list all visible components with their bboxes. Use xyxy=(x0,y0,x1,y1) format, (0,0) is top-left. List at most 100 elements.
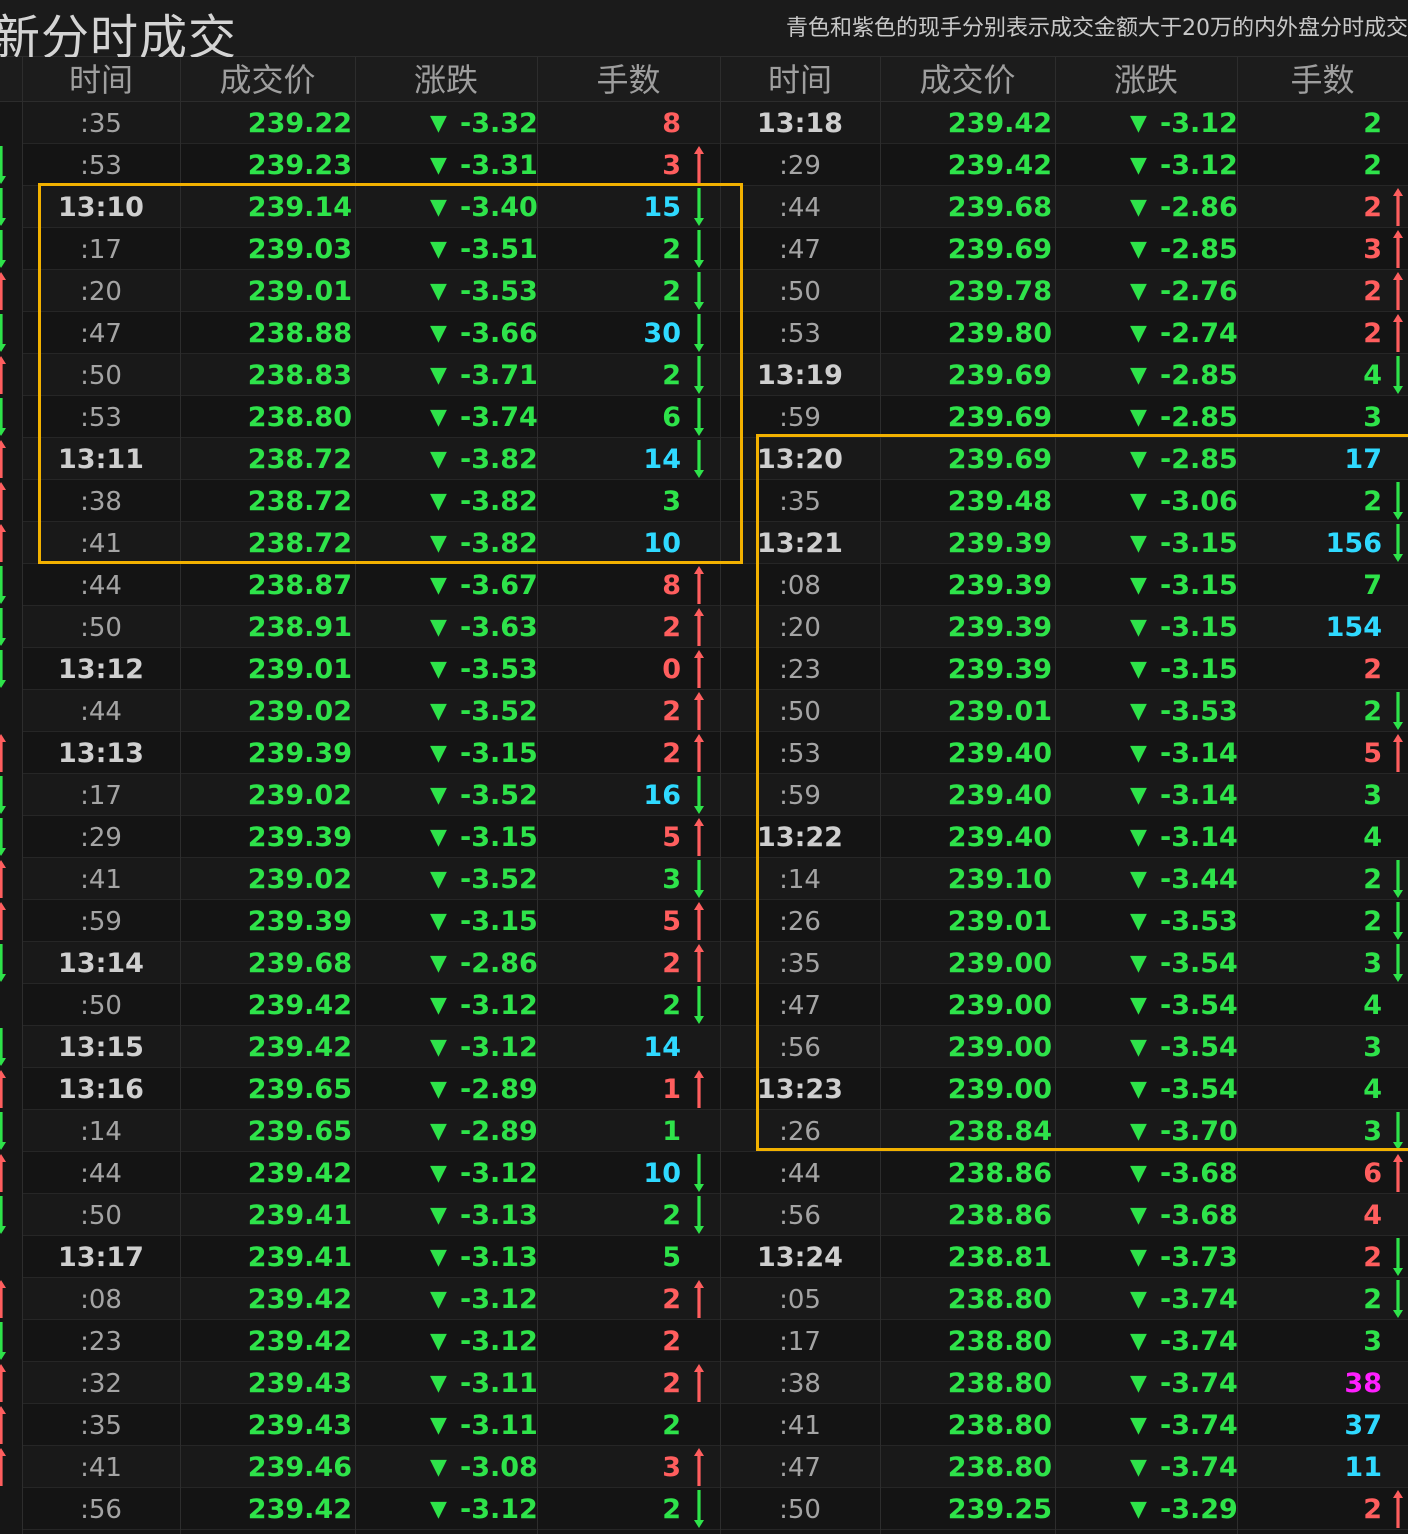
table-row[interactable]: :41 239.02 ▼ -3.52 3 xyxy=(22,858,720,900)
table-row[interactable]: :38 238.72 ▼ -3.82 3 xyxy=(22,480,720,522)
table-row[interactable]: :41 239.46 ▼ -3.08 3 xyxy=(22,1446,720,1488)
arrow-down-icon xyxy=(692,312,706,354)
price-change: -3.74 xyxy=(1160,1326,1238,1357)
table-row[interactable]: :23 239.42 ▼ -3.12 2 xyxy=(22,1320,720,1362)
table-row[interactable]: :47 239.00 ▼ -3.54 4 xyxy=(720,984,1408,1026)
table-row[interactable]: :47 238.80 ▼ -3.74 11 xyxy=(720,1446,1408,1488)
table-row[interactable]: :50 238.91 ▼ -3.63 2 xyxy=(22,606,720,648)
table-row[interactable]: 13:21 239.39 ▼ -3.15 156 xyxy=(720,522,1408,564)
table-row[interactable]: :44 238.87 ▼ -3.67 8 xyxy=(22,564,720,606)
table-row[interactable]: :56 239.42 ▼ -3.12 2 xyxy=(22,1488,720,1530)
trade-volume: 2 xyxy=(662,1410,681,1441)
table-row[interactable]: :32 239.43 ▼ -3.11 2 xyxy=(22,1362,720,1404)
table-row[interactable]: :47 238.88 ▼ -3.66 30 xyxy=(22,312,720,354)
trade-volume: 10 xyxy=(643,528,681,559)
table-row[interactable]: :35 239.43 ▼ -3.11 2 xyxy=(22,1404,720,1446)
table-row[interactable]: :35 239.00 ▼ -3.54 3 xyxy=(720,942,1408,984)
table-row[interactable]: :17 239.03 ▼ -3.51 2 xyxy=(22,228,720,270)
table-row[interactable]: 13:13 239.39 ▼ -3.15 2 xyxy=(22,732,720,774)
table-row[interactable]: :29 239.42 ▼ -3.12 2 xyxy=(720,144,1408,186)
table-row[interactable]: :56 238.86 ▼ -3.68 4 xyxy=(720,1194,1408,1236)
header-change[interactable]: 涨跌 xyxy=(355,57,537,101)
table-row[interactable]: :20 239.01 ▼ -3.53 2 xyxy=(22,270,720,312)
column-divider xyxy=(22,57,23,1534)
header-time-right[interactable]: 时间 xyxy=(720,57,880,101)
table-row[interactable]: :14 239.10 ▼ -3.44 2 xyxy=(720,858,1408,900)
column-divider xyxy=(1055,57,1056,1534)
table-row[interactable]: :17 239.02 ▼ -3.52 16 xyxy=(22,774,720,816)
trade-time: :47 xyxy=(779,1453,821,1483)
header-time[interactable]: 时间 xyxy=(22,57,180,101)
table-row[interactable]: :26 238.84 ▼ -3.70 3 xyxy=(720,1110,1408,1152)
table-row[interactable]: 13:18 239.42 ▼ -3.12 2 xyxy=(720,102,1408,144)
table-row[interactable]: :53 239.23 ▼ -3.31 3 xyxy=(22,144,720,186)
table-row[interactable]: :08 239.39 ▼ -3.15 7 xyxy=(720,564,1408,606)
table-row[interactable]: :47 239.69 ▼ -2.85 3 xyxy=(720,228,1408,270)
table-row[interactable]: :50 239.25 ▼ -3.29 2 xyxy=(720,1488,1408,1530)
table-row[interactable]: 13:10 239.14 ▼ -3.40 15 xyxy=(22,186,720,228)
table-row[interactable]: :59 239.69 ▼ -2.85 3 xyxy=(720,396,1408,438)
table-row[interactable]: :53 239.80 ▼ -2.74 2 xyxy=(720,312,1408,354)
trade-time: :53 xyxy=(80,403,122,433)
header-change-right[interactable]: 涨跌 xyxy=(1055,57,1237,101)
table-row[interactable]: :50 238.83 ▼ -3.71 2 xyxy=(22,354,720,396)
table-row[interactable]: 13:17 239.41 ▼ -3.13 5 xyxy=(22,1236,720,1278)
header-volume-right[interactable]: 手数 xyxy=(1237,57,1408,101)
table-row[interactable]: 13:16 239.65 ▼ -2.89 1 xyxy=(22,1068,720,1110)
trade-price: 239.43 xyxy=(247,1410,352,1441)
table-row[interactable]: :53 239.40 ▼ -3.14 5 xyxy=(720,732,1408,774)
price-change: -3.54 xyxy=(1160,1074,1238,1105)
table-row[interactable]: :50 239.41 ▼ -3.13 2 xyxy=(22,1194,720,1236)
table-row[interactable]: 13:19 239.69 ▼ -2.85 4 xyxy=(720,354,1408,396)
column-divider xyxy=(355,57,356,1534)
trade-time: :44 xyxy=(80,1159,122,1189)
trade-volume: 4 xyxy=(1363,1074,1382,1105)
table-row[interactable]: :44 239.68 ▼ -2.86 2 xyxy=(720,186,1408,228)
trade-volume: 3 xyxy=(1363,1326,1382,1357)
table-row[interactable]: 13:12 239.01 ▼ -3.53 0 xyxy=(22,648,720,690)
table-row[interactable]: :14 239.65 ▼ -2.89 1 xyxy=(22,1110,720,1152)
table-row[interactable]: :05 238.80 ▼ -3.74 2 xyxy=(720,1278,1408,1320)
table-row[interactable]: :59 239.39 ▼ -3.15 5 xyxy=(22,900,720,942)
table-row[interactable]: 13:23 239.00 ▼ -3.54 4 xyxy=(720,1068,1408,1110)
table-row[interactable]: :50 239.42 ▼ -3.12 2 xyxy=(22,984,720,1026)
table-row[interactable]: 13:14 239.68 ▼ -2.86 2 xyxy=(22,942,720,984)
table-row[interactable]: 13:24 238.81 ▼ -3.73 2 xyxy=(720,1236,1408,1278)
header-price[interactable]: 成交价 xyxy=(180,57,355,101)
table-row[interactable]: :35 239.48 ▼ -3.06 2 xyxy=(720,480,1408,522)
table-row[interactable]: :59 239.40 ▼ -3.14 3 xyxy=(720,774,1408,816)
table-row[interactable]: :35 239.22 ▼ -3.32 8 xyxy=(22,102,720,144)
table-row[interactable]: :41 238.72 ▼ -3.82 10 xyxy=(22,522,720,564)
table-row[interactable]: 13:11 238.72 ▼ -3.82 14 xyxy=(22,438,720,480)
trade-volume: 6 xyxy=(1363,1158,1382,1189)
table-row[interactable]: :44 239.42 ▼ -3.12 10 xyxy=(22,1152,720,1194)
trade-time: :41 xyxy=(80,529,122,559)
table-row[interactable]: :41 238.80 ▼ -3.74 37 xyxy=(720,1404,1408,1446)
header-volume[interactable]: 手数 xyxy=(537,57,720,101)
trade-price: 239.42 xyxy=(947,150,1052,181)
trade-time: :26 xyxy=(779,1117,821,1147)
down-triangle-icon: ▼ xyxy=(1130,741,1147,766)
table-row[interactable]: 13:15 239.42 ▼ -3.12 14 xyxy=(22,1026,720,1068)
trade-volume: 156 xyxy=(1325,528,1382,559)
table-row[interactable]: :29 239.39 ▼ -3.15 5 xyxy=(22,816,720,858)
table-row[interactable]: :50 239.78 ▼ -2.76 2 xyxy=(720,270,1408,312)
table-row[interactable]: :26 239.01 ▼ -3.53 2 xyxy=(720,900,1408,942)
arrow-up-icon xyxy=(692,1446,706,1488)
header-price-right[interactable]: 成交价 xyxy=(880,57,1055,101)
table-row[interactable]: :50 239.01 ▼ -3.53 2 xyxy=(720,690,1408,732)
table-row[interactable]: :20 239.39 ▼ -3.15 154 xyxy=(720,606,1408,648)
table-row[interactable]: :44 238.86 ▼ -3.68 6 xyxy=(720,1152,1408,1194)
table-row[interactable]: :44 239.02 ▼ -3.52 2 xyxy=(22,690,720,732)
trade-time: :35 xyxy=(80,1411,122,1441)
table-row[interactable]: 13:20 239.69 ▼ -2.85 17 xyxy=(720,438,1408,480)
table-row[interactable]: :56 239.00 ▼ -3.54 3 xyxy=(720,1026,1408,1068)
table-row[interactable]: :08 239.42 ▼ -3.12 2 xyxy=(22,1278,720,1320)
table-row[interactable]: :23 239.39 ▼ -3.15 2 xyxy=(720,648,1408,690)
table-row[interactable]: 13:22 239.40 ▼ -3.14 4 xyxy=(720,816,1408,858)
table-row[interactable]: :38 238.80 ▼ -3.74 38 xyxy=(720,1362,1408,1404)
table-row[interactable]: :17 238.80 ▼ -3.74 3 xyxy=(720,1320,1408,1362)
trade-volume: 1 xyxy=(662,1074,681,1105)
trade-time: :53 xyxy=(779,739,821,769)
table-row[interactable]: :53 238.80 ▼ -3.74 6 xyxy=(22,396,720,438)
